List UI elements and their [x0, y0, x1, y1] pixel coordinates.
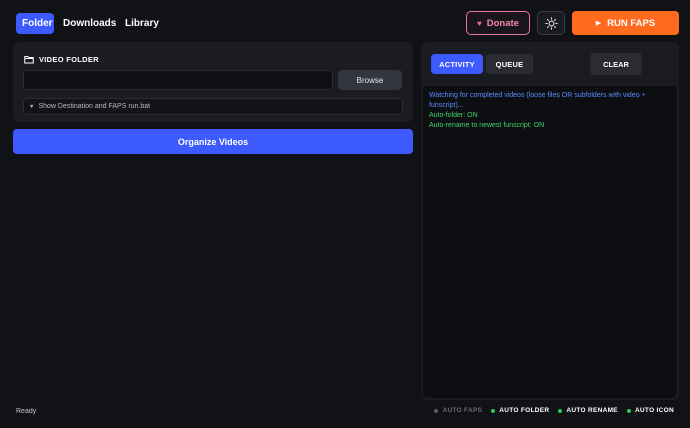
indicator-label: AUTO FAPS	[442, 407, 483, 414]
status-dot-icon	[434, 408, 439, 413]
play-icon: ▶	[595, 20, 602, 27]
tab-queue[interactable]: QUEUE	[486, 54, 533, 74]
donate-button[interactable]: ♥ Donate	[466, 11, 530, 35]
indicator-label: AUTO RENAME	[566, 407, 618, 414]
show-destination-toggle[interactable]: ▼ Show Destination and FAPS run.bat	[23, 98, 403, 115]
status-dot-icon	[626, 408, 631, 413]
video-folder-input[interactable]	[23, 70, 333, 90]
folder-icon	[24, 55, 34, 63]
tab-library[interactable]: Library	[119, 13, 165, 34]
log-line: Auto-rename to newest funscript: ON	[429, 122, 545, 129]
tab-folder[interactable]: Folder	[16, 13, 54, 34]
log-line: Auto-folder: ON	[429, 112, 478, 119]
browse-button[interactable]: Browse	[338, 70, 402, 90]
indicator-auto-rename: AUTO RENAME	[558, 407, 618, 414]
video-folder-title: VIDEO FOLDER	[39, 54, 99, 64]
activity-panel: ACTIVITY QUEUE CLEAR Watching for comple…	[421, 42, 679, 400]
heart-icon: ♥	[477, 18, 482, 28]
status-dot-icon	[491, 408, 496, 413]
status-text: Ready	[16, 408, 37, 415]
run-faps-label: RUN FAPS	[607, 17, 656, 29]
indicator-label: AUTO FOLDER	[499, 407, 550, 414]
theme-toggle-button[interactable]	[537, 11, 565, 35]
clear-button[interactable]: CLEAR	[590, 53, 642, 75]
organize-videos-button[interactable]: Organize Videos	[13, 129, 413, 154]
run-faps-button[interactable]: ▶ RUN FAPS	[572, 11, 679, 35]
indicator-auto-icon: AUTO ICON	[626, 407, 674, 414]
status-indicators: AUTO FAPS AUTO FOLDER AUTO RENAME AUTO I…	[434, 407, 674, 414]
indicator-label: AUTO ICON	[634, 407, 674, 414]
sun-icon	[544, 16, 558, 30]
indicator-auto-faps: AUTO FAPS	[434, 407, 482, 414]
indicator-auto-folder: AUTO FOLDER	[491, 407, 549, 414]
top-bar: Folder Downloads Library ♥ Donate ▶ RUN …	[0, 0, 690, 44]
show-destination-label: Show Destination and FAPS run.bat	[38, 103, 151, 110]
tab-activity[interactable]: ACTIVITY	[431, 54, 483, 74]
tab-downloads[interactable]: Downloads	[57, 13, 122, 34]
status-dot-icon	[558, 408, 563, 413]
activity-log[interactable]: Watching for completed videos (loose fil…	[423, 86, 677, 398]
donate-label: Donate	[486, 17, 519, 29]
video-folder-header: VIDEO FOLDER	[24, 53, 99, 65]
video-folder-panel: VIDEO FOLDER Browse ▼ Show Destination a…	[13, 42, 413, 122]
log-line: Watching for completed videos (loose fil…	[429, 92, 646, 109]
triangle-down-icon: ▼	[29, 103, 35, 110]
